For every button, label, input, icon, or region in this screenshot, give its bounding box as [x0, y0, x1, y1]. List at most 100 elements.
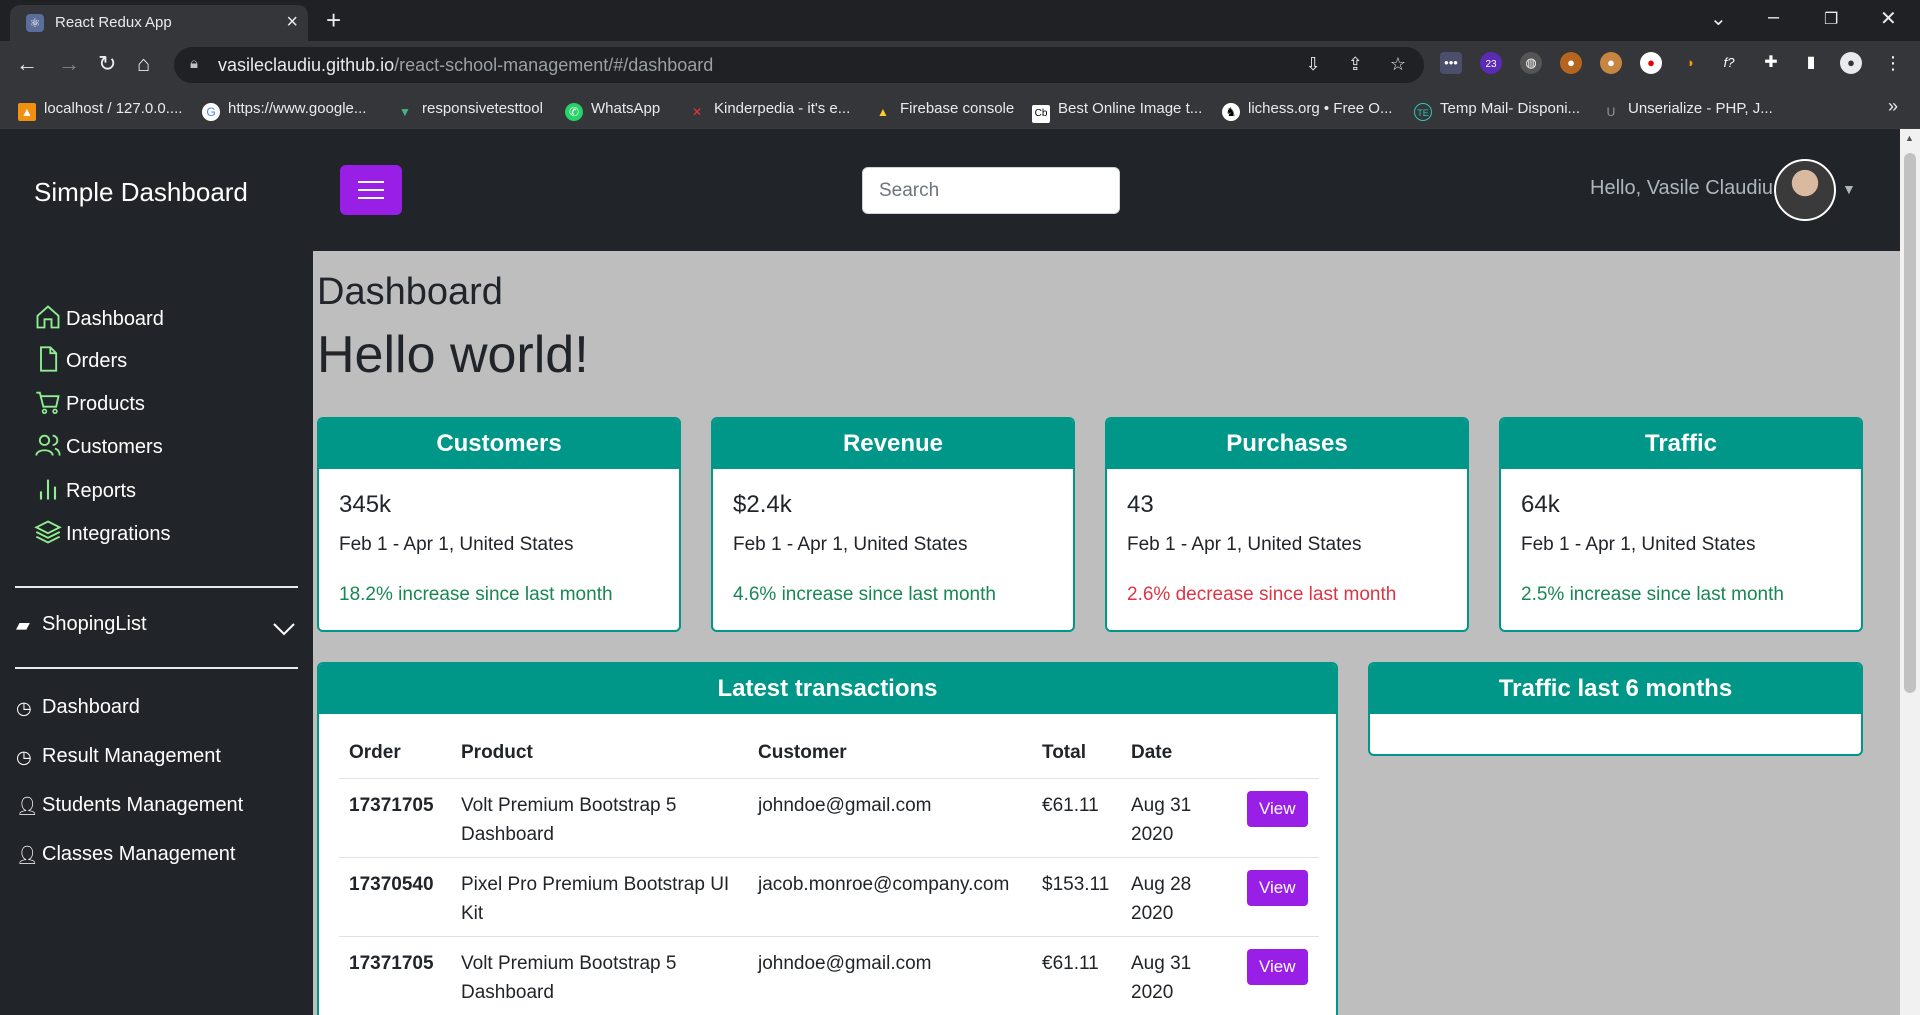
sidebar-item-customers[interactable]: Customers: [34, 431, 163, 459]
brand[interactable]: Simple Dashboard: [34, 177, 248, 208]
sidebar-item-classes-management[interactable]: 👤︎ Classes Management: [16, 843, 235, 866]
traffic-chart-title: Traffic last 6 months: [1370, 664, 1861, 714]
sidebar-item-label: Orders: [66, 350, 128, 372]
avatar[interactable]: [1774, 159, 1836, 221]
record-icon[interactable]: ●: [1640, 52, 1662, 74]
bookmark-item[interactable]: ✆ WhatsApp: [565, 100, 660, 121]
view-button[interactable]: View: [1247, 949, 1308, 985]
column-header: Customer: [748, 732, 1032, 779]
sidebar-item-products[interactable]: Products: [34, 388, 145, 416]
profile-icon[interactable]: ●: [1840, 52, 1862, 74]
sidebar-item-reports[interactable]: Reports: [34, 475, 136, 503]
new-tab-icon[interactable]: +: [326, 5, 341, 36]
window-close-icon[interactable]: ✕: [1880, 6, 1897, 31]
cookie-editor-icon[interactable]: ●: [1600, 52, 1622, 74]
formula-icon[interactable]: f?: [1718, 52, 1740, 74]
sidebar-item-label: Dashboard: [66, 308, 164, 330]
sidebar-item-result-management[interactable]: ◷ Result Management: [16, 745, 221, 768]
customer-email: jacob.monroe@company.com: [748, 857, 1032, 937]
tab-search-icon[interactable]: ⌄: [1710, 6, 1727, 31]
bookmark-item[interactable]: ♞ lichess.org • Free O...: [1222, 100, 1392, 121]
minimize-icon[interactable]: –: [1768, 6, 1779, 29]
back-icon[interactable]: ←: [16, 51, 38, 77]
sidebar-item-label: Products: [66, 393, 145, 415]
transactions-table: Order Product Customer Total Date 173717…: [339, 732, 1319, 1015]
stat-value: 43: [1127, 491, 1154, 518]
order-date: Aug 31 2020: [1121, 778, 1237, 858]
bookmark-item[interactable]: U Unserialize - PHP, J...: [1602, 100, 1773, 121]
stat-value: 345k: [339, 491, 392, 518]
bookmark-item[interactable]: Ghttps://www.google...: [202, 100, 366, 121]
bookmark-item[interactable]: Cb Best Online Image t...: [1032, 100, 1202, 123]
tab-close-icon[interactable]: ×: [286, 11, 298, 34]
forward-icon[interactable]: →: [58, 51, 80, 77]
traffic-chart-card: Traffic last 6 months: [1368, 662, 1863, 756]
lock-icon: 🔒︎: [190, 55, 198, 72]
stat-card-traffic: Traffic 64k Feb 1 - Apr 1, United States…: [1499, 417, 1863, 632]
table-header-row: Order Product Customer Total Date: [339, 732, 1319, 779]
browser-tab-bar: ⚛ React Redux App × + ⌄ – ❐ ✕: [0, 0, 1920, 41]
stat-value: $2.4k: [733, 491, 792, 518]
view-button[interactable]: View: [1247, 870, 1308, 906]
view-button[interactable]: View: [1247, 791, 1308, 827]
puzzle-extensions-icon[interactable]: ✚: [1760, 52, 1782, 74]
maximize-icon[interactable]: ❐: [1824, 9, 1838, 29]
order-date: Aug 28 2020: [1121, 857, 1237, 937]
stat-value: 64k: [1521, 491, 1560, 518]
bookmark-item[interactable]: ▼ responsivetesttool: [396, 100, 543, 121]
extension-dots-icon[interactable]: •••: [1440, 52, 1462, 74]
cart-icon: [36, 391, 60, 415]
lichess-icon: ♞: [1222, 103, 1240, 121]
sidebar-item-integrations[interactable]: Integrations: [34, 518, 171, 546]
sidebar-item-label: Customers: [66, 436, 163, 458]
users-icon: [35, 434, 61, 456]
sidebar-item-dashboard-2[interactable]: ◷ Dashboard: [16, 696, 140, 719]
column-header: Total: [1032, 732, 1121, 779]
sidebar-item-orders[interactable]: Orders: [34, 345, 127, 373]
bookmark-item[interactable]: TE Temp Mail- Disponi...: [1414, 100, 1580, 121]
scrollbar-thumb[interactable]: [1904, 153, 1916, 693]
bookmark-item[interactable]: ▲ Firebase console: [874, 100, 1014, 121]
browser-tab[interactable]: ⚛ React Redux App ×: [10, 5, 308, 41]
side-panel-icon[interactable]: ▮: [1800, 52, 1822, 74]
stat-card-title: Customers: [319, 419, 679, 469]
reload-icon[interactable]: ↻: [98, 51, 116, 77]
chevron-down-icon[interactable]: [272, 622, 296, 636]
user-greeting: Hello, Vasile Claudiu: [1590, 177, 1774, 199]
stat-change: 2.6% decrease since last month: [1127, 584, 1397, 605]
sidebar-item-students-management[interactable]: 👤︎ Students Management: [16, 794, 243, 817]
sidebar-item-label: Reports: [66, 480, 137, 502]
install-app-icon[interactable]: ⇩: [1306, 54, 1321, 74]
kinderpedia-icon: ✕: [691, 105, 703, 119]
search-input[interactable]: [862, 167, 1120, 214]
extension-badge-icon[interactable]: 23: [1480, 52, 1502, 74]
cookie-icon[interactable]: ●: [1560, 52, 1582, 74]
extension-flame-icon[interactable]: ◗: [1680, 52, 1702, 74]
home-icon[interactable]: ⌂: [137, 51, 150, 77]
bookmark-item[interactable]: ✕ Kinderpedia - it's e...: [688, 100, 850, 121]
extension-icon[interactable]: ◍: [1520, 52, 1542, 74]
menu-toggle-button[interactable]: [340, 165, 402, 215]
table-row: 17371705 Volt Premium Bootstrap 5 Dashbo…: [339, 936, 1319, 1015]
address-bar[interactable]: 🔒︎ vasileclaudiu.github.io/react-school-…: [174, 47, 1424, 83]
sidebar-divider: [15, 667, 298, 669]
sidebar-item-label: Integrations: [66, 523, 171, 545]
more-bookmarks-icon[interactable]: »: [1888, 96, 1898, 117]
share-icon[interactable]: ⇪: [1348, 54, 1363, 74]
sidebar-item-dashboard[interactable]: Dashboard: [34, 303, 164, 331]
vue-icon: ▼: [399, 105, 411, 119]
product-name: Volt Premium Bootstrap 5 Dashboard: [451, 778, 748, 858]
unserialize-icon: U: [1606, 105, 1616, 119]
user-menu-caret-icon[interactable]: ▼: [1842, 181, 1856, 197]
bookmark-star-icon[interactable]: ☆: [1390, 54, 1406, 74]
bookmark-item[interactable]: ▲ localhost / 127.0.0....: [18, 100, 182, 121]
page-subtitle: Hello world!: [317, 326, 589, 384]
column-header: Order: [339, 732, 451, 779]
sidebar-group-shopinglist[interactable]: ▰ ShopingList: [16, 613, 147, 636]
stat-card-purchases: Purchases 43 Feb 1 - Apr 1, United State…: [1105, 417, 1469, 632]
page-scrollbar[interactable]: ▲: [1900, 129, 1920, 1015]
chrome-menu-icon[interactable]: ⋮: [1882, 52, 1904, 74]
order-total: €61.11: [1032, 778, 1121, 858]
scroll-up-icon[interactable]: ▲: [1905, 133, 1914, 143]
transactions-card: Latest transactions Order Product Custom…: [317, 662, 1338, 1015]
